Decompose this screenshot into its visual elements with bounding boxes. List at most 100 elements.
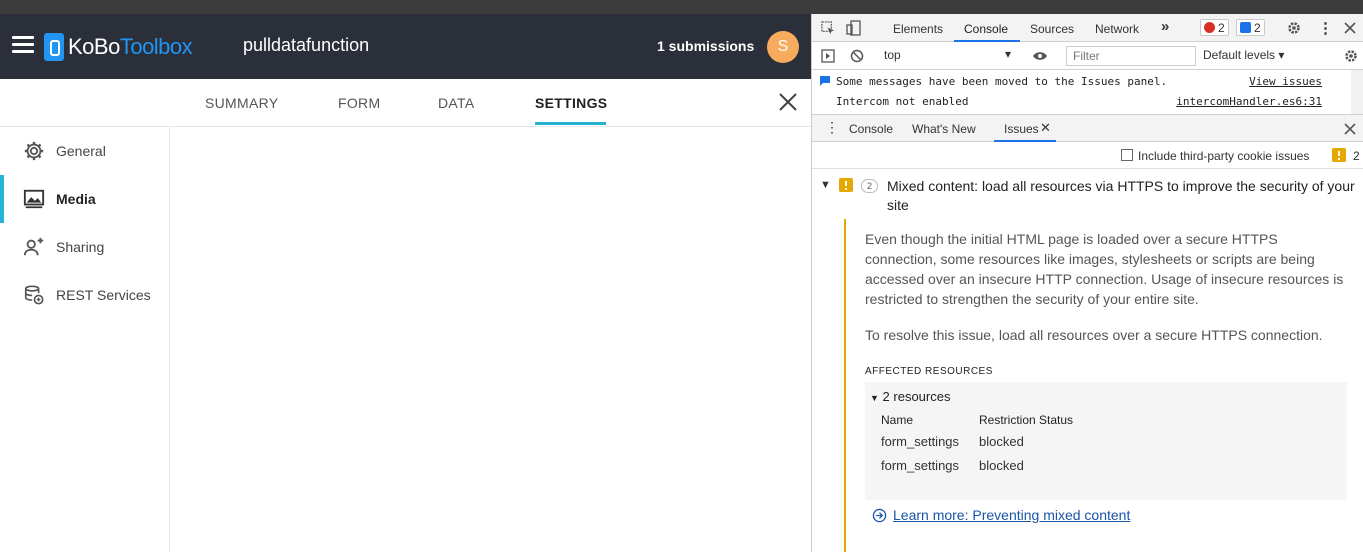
resources-count: 2 resources: [882, 389, 951, 404]
tab-summary[interactable]: SUMMARY: [205, 95, 278, 111]
third-party-cookie-label: Include third-party cookie issues: [1138, 149, 1310, 163]
rest-services-icon: [24, 285, 44, 305]
devtools-main-toolbar: Elements Console Sources Network » 2 2 ⋮: [812, 14, 1363, 42]
settings-sidebar: General Media Sharing REST Services: [0, 127, 170, 552]
media-icon: [23, 189, 45, 209]
tab-data[interactable]: DATA: [438, 95, 474, 111]
affected-resources-label: AFFECTED RESOURCES: [865, 366, 993, 377]
collapse-arrow-icon[interactable]: ▼: [820, 179, 831, 191]
drawer-tab-issues[interactable]: Issues: [1004, 122, 1039, 136]
active-tab-indicator: [535, 122, 606, 125]
message-icon: [1240, 22, 1251, 33]
issue-description: Even though the initial HTML page is loa…: [865, 231, 1344, 307]
console-message: Intercom not enabled intercomHandler.es6…: [812, 90, 1352, 110]
warning-icon: [839, 178, 853, 192]
drawer-menu-icon[interactable]: ⋮: [825, 119, 839, 136]
resource-name: form_settings: [881, 458, 960, 473]
sidebar-toggle-icon[interactable]: [821, 49, 835, 63]
more-tabs-chevron-icon[interactable]: »: [1161, 18, 1169, 35]
gear-icon[interactable]: [1286, 20, 1302, 36]
column-header-name: Name: [881, 413, 914, 427]
context-select[interactable]: top ▾: [884, 47, 1014, 62]
learn-more[interactable]: Learn more: Preventing mixed content: [872, 507, 1130, 523]
collapse-arrow-icon: ▼: [870, 393, 879, 403]
gear-icon: [24, 141, 44, 161]
warning-icon: [1332, 148, 1346, 162]
context-value: top: [884, 48, 901, 62]
affected-resources-table: ▼ 2 resources Name Restriction Status fo…: [865, 382, 1347, 500]
dropdown-arrow-icon: ▾: [1005, 47, 1012, 61]
app-header: KoBoToolbox pulldatafunction 1 submissio…: [0, 14, 811, 79]
sidebar-label: Media: [56, 191, 96, 207]
kobotoolbox-logo[interactable]: KoBoToolbox: [44, 32, 193, 62]
tab-settings[interactable]: SETTINGS: [535, 95, 607, 111]
sidebar-label: Sharing: [56, 239, 105, 255]
kebab-menu-icon[interactable]: ⋮: [1318, 19, 1333, 37]
message-count-badge[interactable]: 2: [1236, 19, 1265, 36]
console-message-text: Intercom not enabled: [836, 95, 969, 108]
devtools-panel: Elements Console Sources Network » 2 2 ⋮: [811, 14, 1363, 552]
third-party-cookie-checkbox[interactable]: [1121, 149, 1133, 161]
sidebar-item-sharing[interactable]: Sharing: [0, 223, 169, 271]
sidebar-item-general[interactable]: General: [0, 127, 169, 175]
devtools-tab-console[interactable]: Console: [964, 22, 1008, 36]
sidebar-item-rest-services[interactable]: REST Services: [0, 271, 169, 319]
sidebar-item-media[interactable]: Media: [0, 175, 169, 223]
user-avatar[interactable]: S: [767, 31, 799, 63]
eye-icon[interactable]: [1032, 50, 1048, 62]
info-message-icon: [820, 76, 830, 86]
issue-resolution: To resolve this issue, load all resource…: [865, 327, 1323, 343]
browser-tab-strip: [0, 0, 1363, 14]
clear-console-icon[interactable]: [850, 49, 864, 63]
drawer-tab-whats-new[interactable]: What's New: [912, 122, 976, 136]
error-icon: [1204, 22, 1215, 33]
warning-count: 2: [1353, 149, 1360, 163]
console-scrollbar[interactable]: [1351, 70, 1363, 114]
error-count: 2: [1218, 20, 1225, 35]
close-devtools-icon[interactable]: [1344, 22, 1356, 34]
kobo-logo-icon: [44, 33, 64, 61]
devtools-tab-elements[interactable]: Elements: [893, 22, 943, 36]
resource-name: form_settings: [881, 434, 960, 449]
resource-status: blocked: [979, 458, 1024, 473]
console-message: Some messages have been moved to the Iss…: [812, 70, 1352, 90]
console-settings-icon[interactable]: [1343, 48, 1359, 64]
console-message-text: Some messages have been moved to the Iss…: [836, 75, 1168, 88]
dropdown-arrow-icon: ▾: [1278, 48, 1285, 62]
hamburger-menu-icon[interactable]: [12, 36, 34, 54]
console-filter-bar: top ▾ Default levels ▾: [812, 42, 1363, 70]
sidebar-label: REST Services: [56, 287, 151, 303]
devtools-tab-network[interactable]: Network: [1095, 22, 1139, 36]
resources-toggle[interactable]: ▼ 2 resources: [870, 389, 950, 404]
project-title: pulldatafunction: [243, 35, 370, 55]
logo-text: KoBoToolbox: [68, 34, 193, 59]
project-tabs: SUMMARY FORM DATA SETTINGS: [0, 79, 811, 127]
tab-form[interactable]: FORM: [338, 95, 380, 111]
inspect-element-icon[interactable]: [821, 21, 836, 36]
log-levels-value: Default levels: [1203, 48, 1276, 62]
drawer-tab-console[interactable]: Console: [849, 122, 893, 136]
arrow-circle-icon: [872, 508, 887, 522]
device-toolbar-icon[interactable]: [846, 20, 862, 36]
source-link[interactable]: intercomHandler.es6:31: [1176, 95, 1322, 108]
resource-status: blocked: [979, 434, 1024, 449]
issue-title[interactable]: Mixed content: load all resources via HT…: [887, 177, 1357, 215]
console-messages: Some messages have been moved to the Iss…: [812, 70, 1363, 114]
error-count-badge[interactable]: 2: [1200, 19, 1229, 36]
issue-mixed-content: ▼ 2 Mixed content: load all resources vi…: [812, 169, 1363, 552]
log-levels-select[interactable]: Default levels ▾: [1203, 48, 1284, 62]
kobo-app: KoBoToolbox pulldatafunction 1 submissio…: [0, 14, 811, 552]
close-issues-tab-icon[interactable]: ✕: [1040, 120, 1051, 136]
issue-count-badge: 2: [861, 179, 878, 193]
column-header-status: Restriction Status: [979, 413, 1074, 427]
view-issues-link[interactable]: View issues: [1249, 75, 1322, 88]
close-icon[interactable]: [778, 92, 798, 112]
add-user-icon: [23, 237, 44, 256]
close-drawer-icon[interactable]: [1344, 123, 1356, 135]
message-count: 2: [1254, 20, 1261, 35]
filter-input[interactable]: [1066, 46, 1196, 66]
learn-more-link[interactable]: Learn more: Preventing mixed content: [893, 507, 1130, 523]
submissions-count: 1 submissions: [657, 38, 755, 54]
devtools-tab-sources[interactable]: Sources: [1030, 22, 1074, 36]
issues-toolbar: Include third-party cookie issues 2: [812, 142, 1363, 169]
